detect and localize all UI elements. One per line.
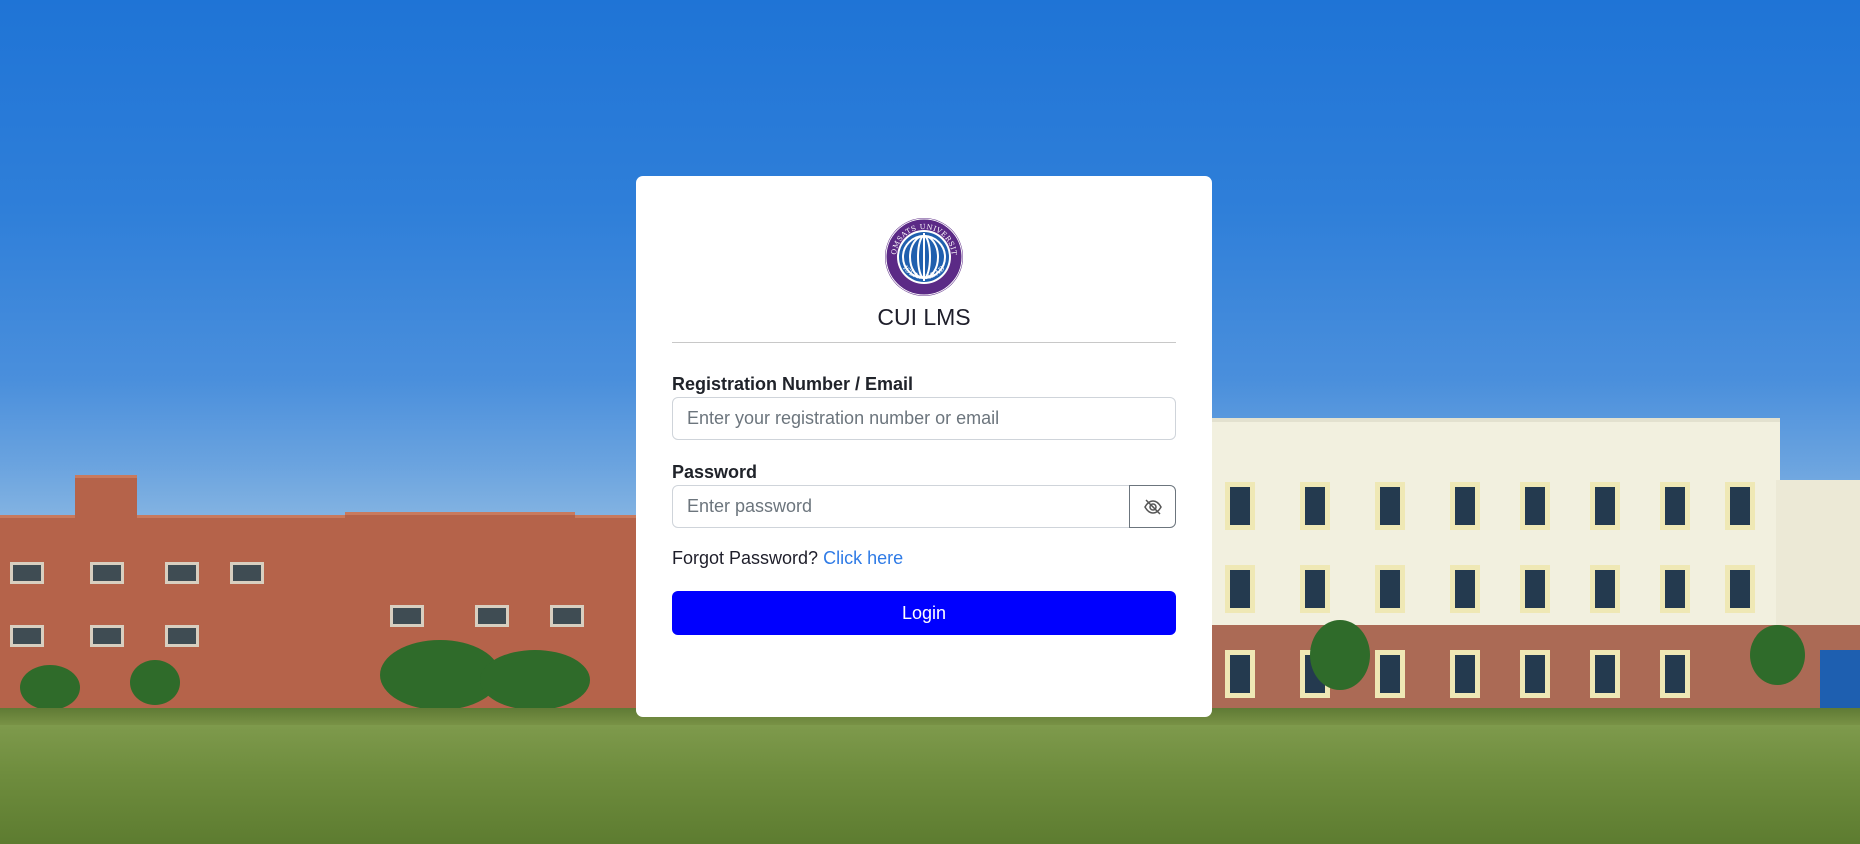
page-title: CUI LMS [877,304,971,330]
lawn [0,725,1860,844]
window [1450,482,1480,530]
window [1375,482,1405,530]
window [230,562,264,584]
window [1520,482,1550,530]
window [1450,650,1480,698]
window [550,605,584,627]
brick-building-upper [345,512,575,542]
window [475,605,509,627]
university-logo: COMSATS UNIVERSITY ISLAMABAD [880,211,964,297]
window [1590,482,1620,530]
white-building-wing [1776,480,1860,630]
forgot-password-text: Forgot Password? [672,548,819,568]
window [90,625,124,647]
window [1660,565,1690,613]
username-label: Registration Number / Email [672,374,914,394]
window [1590,650,1620,698]
university-logo-icon: COMSATS UNIVERSITY ISLAMABAD [880,211,963,296]
password-input[interactable] [672,485,1130,528]
username-input[interactable] [672,397,1176,440]
window [1725,565,1755,613]
forgot-password-link[interactable]: Click here [823,548,903,568]
brick-building-tower [75,475,137,535]
window [165,562,199,584]
divider [672,342,1176,343]
window [1520,565,1550,613]
tree [480,650,590,710]
window [1725,482,1755,530]
tree [1750,625,1805,685]
tree [20,665,80,710]
window [165,625,199,647]
window [1300,565,1330,613]
forgot-password-row: Forgot Password? Click here [672,548,903,569]
window [1450,565,1480,613]
password-label: Password [672,462,758,482]
window [1660,482,1690,530]
window [1375,565,1405,613]
toggle-password-button[interactable] [1129,485,1176,528]
eye-slash-icon [1143,498,1162,515]
window [10,562,44,584]
window [1520,650,1550,698]
window [90,562,124,584]
window [1225,565,1255,613]
login-button[interactable]: Login [672,591,1176,635]
tree [1310,620,1370,690]
window [1660,650,1690,698]
window [1590,565,1620,613]
window [10,625,44,647]
window [390,605,424,627]
window [1300,482,1330,530]
tree [130,660,180,705]
window [1225,482,1255,530]
window [1225,650,1255,698]
window [1375,650,1405,698]
